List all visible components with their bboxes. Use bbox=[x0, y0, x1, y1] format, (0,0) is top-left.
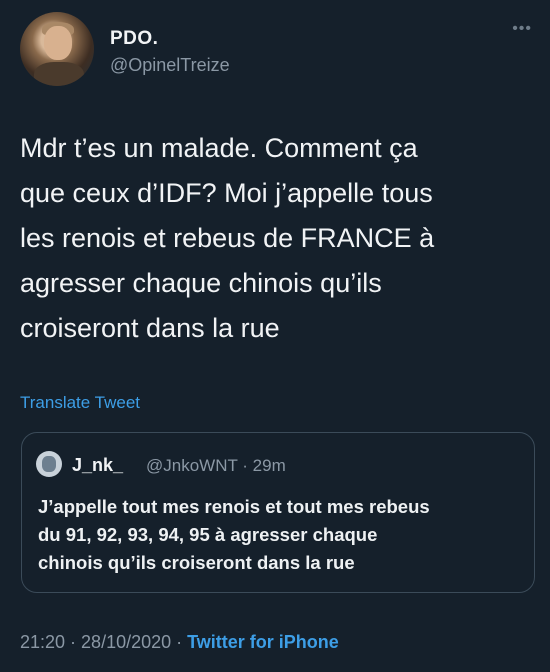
avatar-shirt bbox=[34, 62, 84, 86]
quoted-author-name[interactable]: J_nk_ bbox=[72, 455, 123, 476]
author-display-name[interactable]: PDO. bbox=[110, 28, 158, 50]
quoted-avatar-figure bbox=[42, 456, 56, 472]
quoted-tweet[interactable]: J_nk_ @JnkoWNT · 29m J’appelle tout mes … bbox=[21, 432, 535, 593]
quoted-author-handle-time: @JnkoWNT · 29m bbox=[146, 456, 286, 475]
translate-tweet-link[interactable]: Translate Tweet bbox=[20, 393, 140, 413]
quoted-text-line: J’appelle tout mes renois et tout mes re… bbox=[38, 496, 430, 517]
quoted-text-line: chinois qu’ils croiseront dans la rue bbox=[38, 552, 355, 573]
quoted-tweet-text: J’appelle tout mes renois et tout mes re… bbox=[38, 493, 528, 577]
tweet-text-line: les renois et rebeus de FRANCE à bbox=[20, 223, 435, 253]
tweet-text-line: Mdr t’es un malade. Comment ça bbox=[20, 133, 418, 163]
tweet-time[interactable]: 21:20 bbox=[20, 632, 65, 652]
tweet-footer: 21:20 · 28/10/2020 · Twitter for iPhone bbox=[20, 632, 339, 653]
tweet-source-link[interactable]: Twitter for iPhone bbox=[187, 632, 339, 652]
quoted-text-line: du 91, 92, 93, 94, 95 à agresser chaque bbox=[38, 524, 378, 545]
footer-separator: · bbox=[171, 632, 188, 652]
footer-separator: · bbox=[65, 632, 82, 652]
tweet-text-line: croiseront dans la rue bbox=[20, 313, 280, 343]
tweet-text: Mdr t’es un malade. Comment ça que ceux … bbox=[20, 126, 520, 351]
quoted-author-avatar[interactable] bbox=[36, 451, 62, 477]
more-horizontal-icon[interactable]: ••• bbox=[512, 20, 532, 38]
avatar-face bbox=[44, 26, 72, 60]
author-handle[interactable]: @OpinelTreize bbox=[110, 55, 230, 76]
tweet-date[interactable]: 28/10/2020 bbox=[81, 632, 171, 652]
tweet-text-line: que ceux d’IDF? Moi j’appelle tous bbox=[20, 178, 433, 208]
tweet-card: PDO. @OpinelTreize ••• Mdr t’es un malad… bbox=[0, 0, 550, 672]
tweet-text-line: agresser chaque chinois qu’ils bbox=[20, 268, 382, 298]
author-avatar[interactable] bbox=[20, 12, 94, 86]
